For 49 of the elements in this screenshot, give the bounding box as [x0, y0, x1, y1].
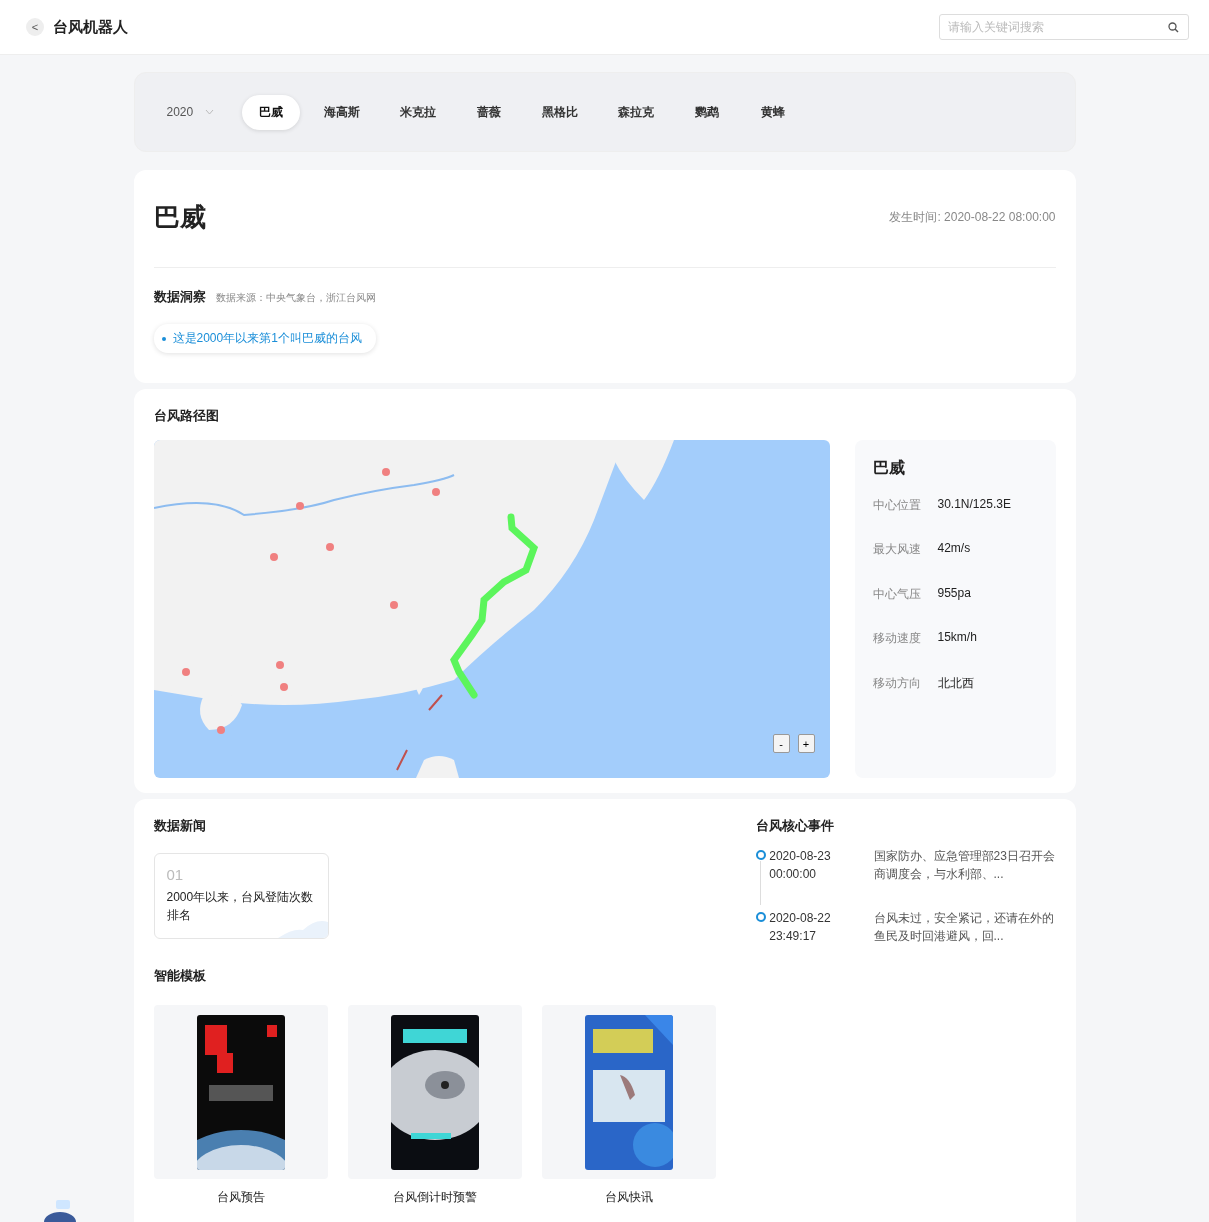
field-value: 北北西 [937, 674, 974, 692]
chevron-icon [205, 109, 215, 115]
template-label: 台风预告 [216, 1189, 265, 1206]
typhoon-tab[interactable]: 海高斯 [308, 94, 377, 130]
typhoon-tab[interactable]: 黑格比 [526, 94, 595, 130]
field-label: 中心位置 [872, 497, 921, 514]
news-card-item[interactable]: 01 2000年以来，台风登陆次数排名 [153, 853, 329, 939]
typhoon-name: 巴威 [872, 458, 906, 478]
event-time: 2020-08-23 00:00:00 [769, 848, 832, 883]
typhoon-tab[interactable]: 巴威 [242, 94, 301, 130]
typhoon-tab[interactable]: 鹦鹉 [678, 94, 737, 130]
timeline-dot-icon [755, 850, 766, 860]
field-label: 移动方向 [872, 674, 921, 692]
event-text: 国家防办、应急管理部23日召开会商调度会，与水利部、... [873, 848, 1056, 883]
section-title: 台风核心事件 [755, 817, 835, 835]
field-value: 42m/s [937, 541, 971, 558]
insight-tag: 这是2000年以来第1个叫巴威的台风 [153, 324, 376, 353]
typhoon-tab[interactable]: 蔷薇 [460, 94, 519, 130]
field-label: 移动速度 [872, 630, 921, 648]
section-title: 数据洞察 [153, 288, 206, 306]
section-title: 智能模板 [153, 967, 207, 985]
template-label: 台风快讯 [604, 1189, 653, 1206]
field-value: 30.1N/125.3E [937, 497, 1011, 513]
search-icon[interactable] [1168, 22, 1179, 33]
template-thumbnail[interactable] [541, 1005, 716, 1179]
template-thumbnail[interactable] [153, 1005, 328, 1179]
template-thumbnail[interactable] [347, 1005, 522, 1179]
field-value: 15km/h [937, 630, 977, 647]
event-text: 台风未过，安全紧记，还请在外的鱼民及时回港避风，回... [873, 910, 1055, 945]
data-source: 数据来源：中央气象台，浙江台风网 [215, 291, 376, 305]
event-time: 2020-08-22 23:49:17 [769, 910, 832, 945]
typhoon-tab[interactable]: 米克拉 [384, 94, 453, 130]
typhoon-tab[interactable]: 森拉克 [602, 94, 671, 130]
field-value: 955pa [937, 585, 971, 602]
news-title: 2000年以来，台风登陆次数排名 [166, 889, 315, 924]
section-title: 数据新闻 [153, 817, 207, 835]
field-label: 中心气压 [872, 585, 921, 603]
timeline-dot-icon [755, 912, 766, 922]
page-title: 台风机器人 [53, 17, 128, 37]
search-field[interactable]: 请输入关键词搜索 [939, 14, 1189, 40]
template-label: 台风倒计时预警 [392, 1189, 477, 1206]
news-index: 01 [166, 866, 185, 883]
occurrence-time: 发生时间: 2020-08-22 08:00:00 [889, 209, 1056, 226]
typhoon-name: 巴威 [153, 201, 206, 234]
typhoon-tab[interactable]: 黄蜂 [744, 94, 803, 130]
section-title: 台风路径图 [153, 407, 220, 425]
field-label: 最大风速 [872, 541, 921, 559]
back-button[interactable]: < [26, 18, 44, 36]
year-dropdown[interactable]: 2020 [160, 104, 221, 120]
